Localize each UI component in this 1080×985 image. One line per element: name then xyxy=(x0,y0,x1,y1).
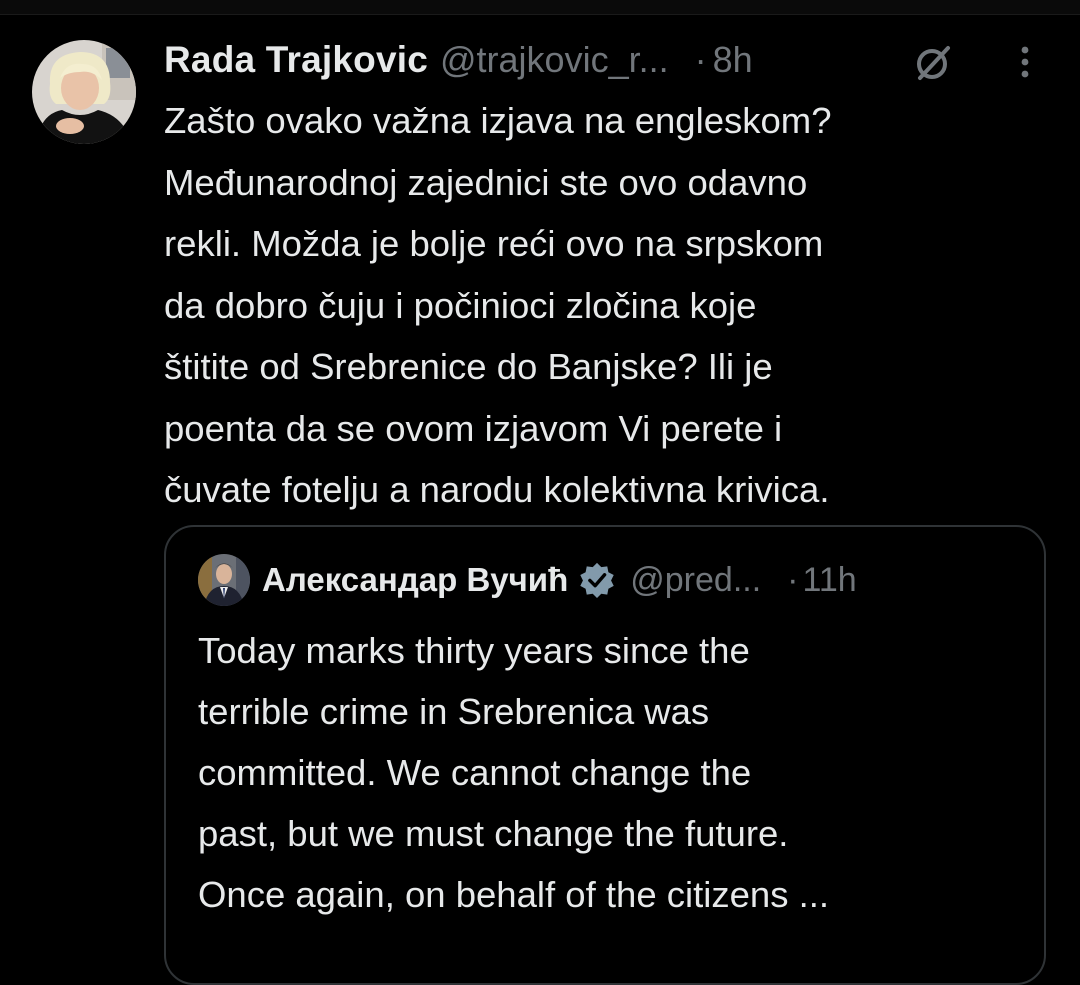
quoted-text-line: terrible crime in Srebrenica was xyxy=(198,691,710,732)
quoted-author-name[interactable]: Александар Вучић xyxy=(262,561,568,599)
post-text-line: da dobro čuju i počinioci zločina koje xyxy=(164,284,757,326)
grok-icon[interactable] xyxy=(912,42,956,82)
quoted-author-handle[interactable]: @pred... xyxy=(630,561,761,600)
post-text: Zašto ovako važna izjava na engleskom? M… xyxy=(164,90,1044,521)
verified-badge-icon xyxy=(580,562,614,599)
quoted-post-time[interactable]: 11h xyxy=(802,561,856,600)
quoted-author-avatar[interactable] xyxy=(198,554,250,606)
more-vertical-icon[interactable] xyxy=(1010,42,1040,82)
quoted-text-line: past, but we must change the future. xyxy=(198,813,789,854)
post-text-line: poenta da se ovom izjavom Vi perete i xyxy=(164,407,783,449)
quoted-post-text: Today marks thirty years since the terri… xyxy=(198,620,1028,925)
quoted-text-line: Today marks thirty years since the xyxy=(198,630,750,671)
author-avatar[interactable] xyxy=(32,40,136,144)
quoted-text-line: Once again, on behalf of the citizens ..… xyxy=(198,874,830,915)
post-time[interactable]: 8h xyxy=(713,39,753,81)
author-name[interactable]: Rada Trajkovic xyxy=(164,39,428,81)
quoted-text-line: committed. We cannot change the xyxy=(198,752,752,793)
top-divider xyxy=(0,0,1080,15)
quoted-post-header: Александар Вучић @pred... · 11h xyxy=(262,556,857,604)
post-text-line: čuvate fotelju a narodu kolektivna krivi… xyxy=(164,469,830,510)
author-handle[interactable]: @trajkovic_r... xyxy=(440,39,669,81)
post-text-line: rekli. Možda je bolje reći ovo na srpsko… xyxy=(164,223,824,264)
post-text-line: štitite od Srebrenice do Banjske? Ili je xyxy=(164,346,773,387)
separator-dot: · xyxy=(787,560,799,599)
separator-dot: · xyxy=(694,39,707,80)
post-text-line: Zašto ovako važna izjava na engleskom? xyxy=(164,100,832,141)
post-header: Rada Trajkovic @trajkovic_r... · 8h xyxy=(164,36,753,84)
post-text-line: Međunarodnoj zajednici ste ovo odavno xyxy=(164,161,808,203)
